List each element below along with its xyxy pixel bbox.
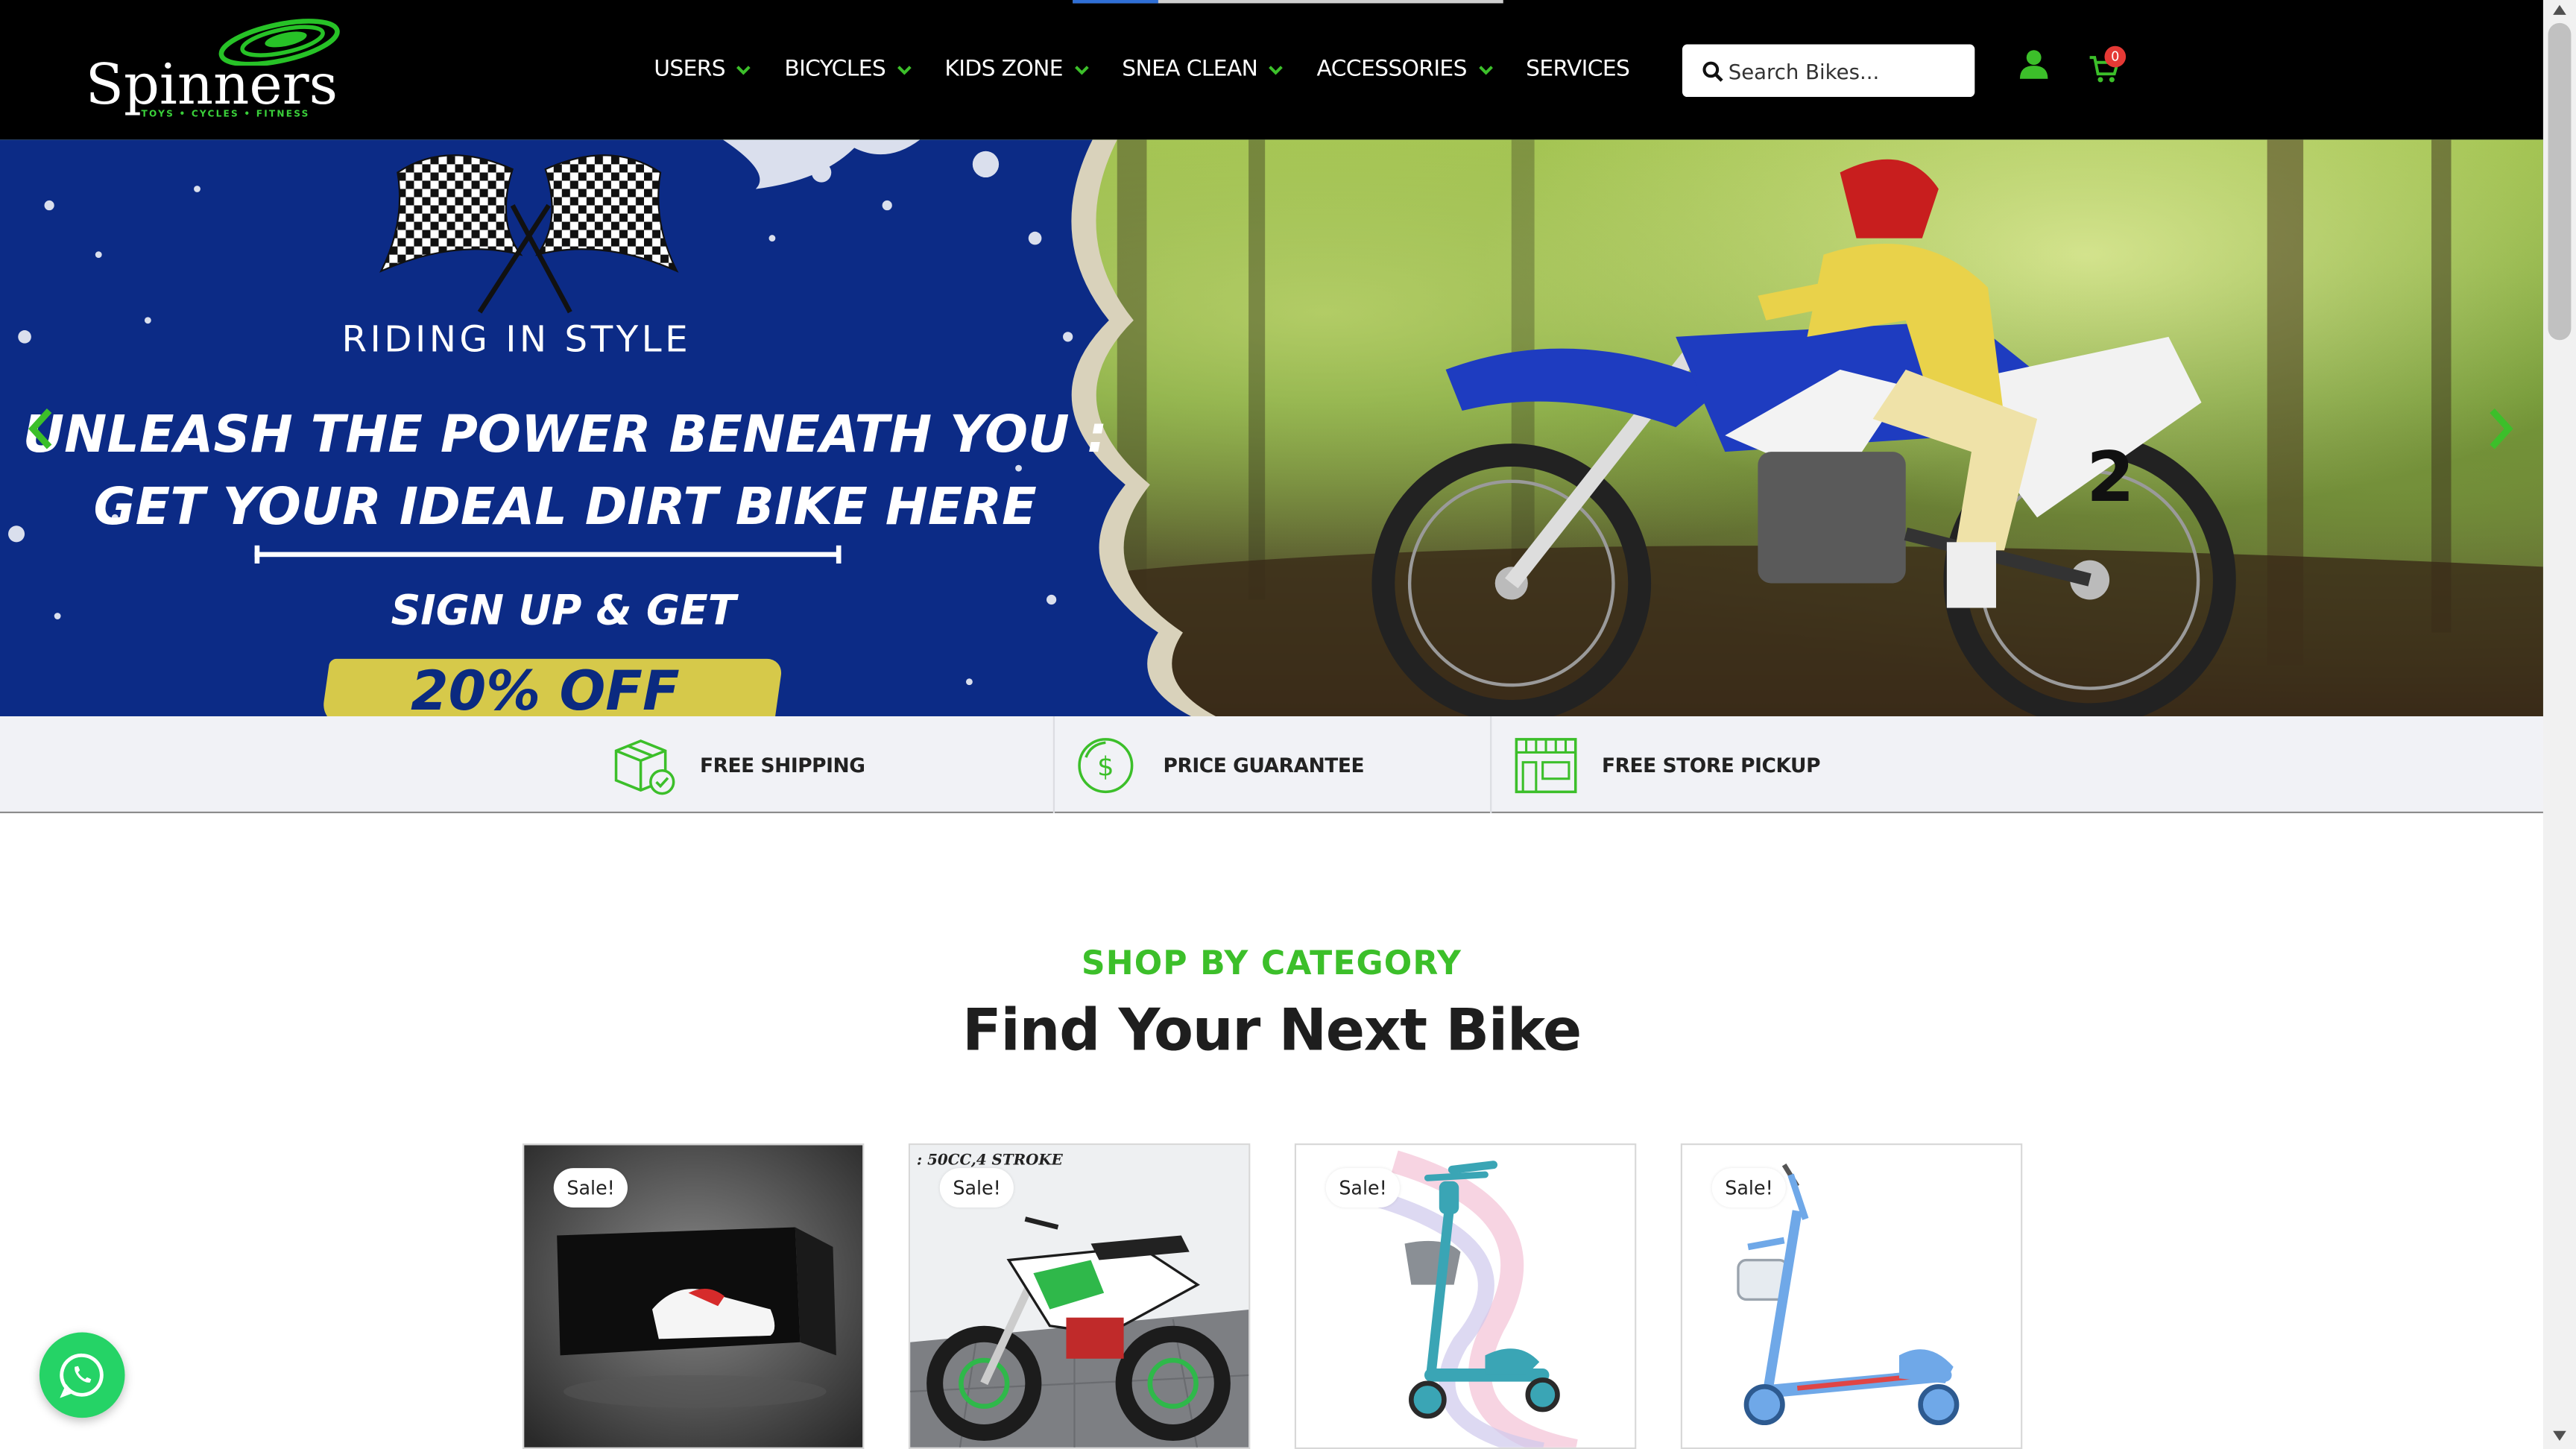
- slider-prev-arrow-icon[interactable]: [26, 405, 56, 452]
- page-scrollbar[interactable]: [2542, 0, 2576, 1449]
- feature-price-guarantee: $ PRICE GUARANTEE: [1074, 716, 1365, 813]
- chevron-down-icon: [897, 65, 912, 75]
- whatsapp-chat-button[interactable]: [39, 1332, 125, 1418]
- scrollbar-thumb[interactable]: [2548, 22, 2572, 341]
- nav-item-snea-clean[interactable]: SNEA CLEAN: [1122, 49, 1284, 89]
- search-input[interactable]: [1728, 58, 1959, 83]
- nav-item-accessories[interactable]: ACCESSORIES: [1317, 49, 1494, 89]
- scroll-up-arrow-icon[interactable]: [2553, 4, 2566, 15]
- sale-badge: Sale!: [1711, 1168, 1787, 1208]
- logo-tagline: TOYS • CYCLES • FITNESS: [141, 110, 310, 120]
- sale-badge: Sale!: [939, 1168, 1014, 1208]
- chevron-down-icon: [736, 65, 751, 75]
- dirt-bike-rider-illustration: 2: [1371, 159, 2236, 716]
- svg-text:$: $: [1097, 751, 1114, 781]
- nav-label: KIDS ZONE: [944, 55, 1063, 83]
- category-card-scooters[interactable]: Sale!: [1680, 1143, 2023, 1449]
- user-icon[interactable]: [2019, 49, 2049, 80]
- loading-bar-progress: [1073, 0, 1158, 4]
- search-icon[interactable]: [1702, 60, 1723, 81]
- section-title: Find Your Next Bike: [962, 999, 1582, 1065]
- hero-kicker: RIDING IN STYLE: [341, 320, 692, 362]
- nav-label: ACCESSORIES: [1316, 55, 1468, 83]
- sale-badge: Sale!: [1325, 1168, 1401, 1208]
- nav-item-kids-zone[interactable]: KIDS ZONE: [944, 49, 1089, 89]
- main-nav: USERS BICYCLES KIDS ZONE SNEA CLEAN ACCE…: [654, 49, 1662, 89]
- feature-divider: [1052, 716, 1055, 814]
- feature-label: FREE STORE PICKUP: [1601, 753, 1821, 777]
- search-box: [1682, 44, 1975, 98]
- hero-headline-line2: GET YOUR IDEAL DIRT BIKE HERE: [93, 478, 1037, 537]
- hero-slider: RIDING IN STYLE UNLEASH THE POWER BENEAT…: [0, 139, 2543, 716]
- scroll-down-arrow-icon[interactable]: [2553, 1430, 2566, 1441]
- chevron-down-icon: [1074, 65, 1089, 75]
- chevron-down-icon: [1269, 65, 1284, 75]
- nav-label: SERVICES: [1526, 55, 1630, 83]
- feature-label: PRICE GUARANTEE: [1163, 753, 1365, 777]
- feature-free-shipping: FREE SHIPPING: [611, 716, 865, 813]
- site-header: Spinners TOYS • CYCLES • FITNESS USERS B…: [0, 0, 2543, 140]
- hero-signup-text: SIGN UP & GET: [391, 586, 736, 634]
- features-strip: FREE SHIPPING $ PRICE GUARANTEE FREE STO…: [0, 716, 2543, 814]
- bike-number: 2: [2086, 437, 2134, 517]
- nav-item-users[interactable]: USERS: [654, 49, 751, 89]
- feature-free-store-pickup: FREE STORE PICKUP: [1513, 716, 1820, 813]
- feature-label: FREE SHIPPING: [699, 753, 865, 777]
- section-kicker: SHOP BY CATEGORY: [1081, 943, 1462, 983]
- nav-item-bicycles[interactable]: BICYCLES: [784, 49, 912, 89]
- feature-divider: [1490, 716, 1492, 814]
- dollar-coin-icon: $: [1078, 736, 1134, 793]
- whatsapp-icon: [60, 1353, 104, 1398]
- product-overlay-text: : 50CC,4 STROKE: [917, 1151, 1064, 1169]
- logo-wordmark: Spinners: [85, 52, 338, 119]
- storefront-icon: [1515, 736, 1577, 793]
- cart-count-badge: 0: [2104, 45, 2127, 68]
- hero-offer-text: 20% OFF: [411, 658, 680, 716]
- site-logo[interactable]: Spinners TOYS • CYCLES • FITNESS: [86, 13, 340, 125]
- hero-divider: [254, 545, 842, 564]
- nav-item-services[interactable]: SERVICES: [1526, 49, 1630, 89]
- nav-label: SNEA CLEAN: [1122, 55, 1258, 83]
- nav-label: BICYCLES: [784, 55, 886, 83]
- hero-headline-line1: UNLEASH THE POWER BENEATH YOU :: [22, 405, 1108, 465]
- category-card-sneakers[interactable]: Sale!: [522, 1143, 865, 1449]
- box-check-icon: [614, 739, 675, 795]
- category-card-dirt-bikes[interactable]: : 50CC,4 STROKE Sale!: [908, 1143, 1251, 1449]
- checkered-flags-icon: [379, 154, 679, 314]
- chevron-down-icon: [1478, 65, 1493, 75]
- category-card-kids-scooters[interactable]: Sale!: [1294, 1143, 1637, 1449]
- sale-badge: Sale!: [553, 1168, 628, 1208]
- slider-next-arrow-icon[interactable]: [2486, 405, 2516, 452]
- nav-label: USERS: [654, 55, 725, 83]
